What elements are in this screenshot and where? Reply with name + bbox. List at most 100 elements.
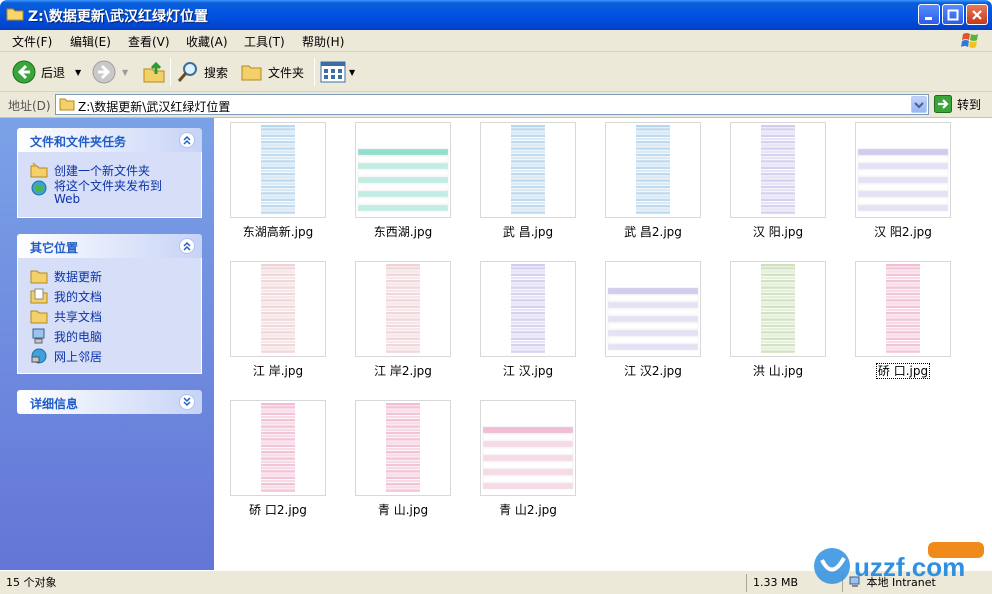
file-thumbnail[interactable]: [855, 261, 951, 357]
forward-button[interactable]: ▼: [92, 58, 128, 86]
new-folder-task[interactable]: 创建一个新文件夹: [30, 160, 201, 180]
file-thumbnail[interactable]: [355, 261, 451, 357]
file-name[interactable]: 洪 山.jpg: [718, 362, 838, 379]
close-icon: [972, 9, 982, 20]
place-my-documents[interactable]: 我的文档: [30, 286, 201, 306]
file-name[interactable]: 江 岸.jpg: [218, 362, 338, 379]
file-thumbnail[interactable]: [230, 261, 326, 357]
place-shared-documents[interactable]: 共享文档: [30, 306, 201, 326]
file-name[interactable]: 青 山2.jpg: [468, 501, 588, 518]
folder-icon: [59, 98, 75, 111]
window-title: Z:\数据更新\武汉红绿灯位置: [28, 9, 208, 25]
place-network[interactable]: 网上邻居: [30, 346, 201, 366]
image-preview: [761, 264, 795, 353]
image-preview: [761, 125, 795, 214]
object-count: 15 个对象: [6, 576, 57, 589]
file-name[interactable]: 青 山.jpg: [343, 501, 463, 518]
search-label: 搜索: [204, 65, 229, 80]
other-places-panel: 其它位置 数据更新 我的文档 共享文档 我的电脑 网上邻居: [17, 234, 202, 374]
go-button[interactable]: 转到: [934, 95, 981, 113]
back-button[interactable]: 后退 ▼: [12, 58, 81, 86]
chevron-down-icon: [914, 101, 924, 108]
image-preview: [357, 148, 449, 212]
file-thumbnail[interactable]: [230, 400, 326, 496]
address-dropdown-button[interactable]: [911, 96, 927, 113]
chevron-up-icon: [183, 241, 191, 251]
file-name[interactable]: 汉 阳.jpg: [718, 223, 838, 240]
file-thumbnail[interactable]: [605, 261, 701, 357]
task-pane: 文件和文件夹任务 创建一个新文件夹 将这个文件夹发布到 Web 其它位置 数据更…: [0, 118, 214, 570]
place-my-computer[interactable]: 我的电脑: [30, 326, 201, 346]
back-dropdown-icon[interactable]: ▼: [75, 68, 81, 77]
file-name[interactable]: 硚 口2.jpg: [218, 501, 338, 518]
image-preview: [482, 426, 574, 490]
file-thumbnail[interactable]: [230, 122, 326, 218]
details-header[interactable]: 详细信息: [17, 390, 202, 414]
file-name[interactable]: 江 汉.jpg: [468, 362, 588, 379]
folders-button[interactable]: 文件夹: [240, 58, 304, 86]
collapse-button[interactable]: [179, 238, 195, 254]
file-tasks-header[interactable]: 文件和文件夹任务: [17, 128, 202, 152]
maximize-button[interactable]: [942, 4, 964, 25]
place-data-update[interactable]: 数据更新: [30, 266, 201, 286]
file-name[interactable]: 武 昌.jpg: [468, 223, 588, 240]
address-input[interactable]: Z:\数据更新\武汉红绿灯位置: [55, 94, 929, 115]
other-places-header[interactable]: 其它位置: [17, 234, 202, 258]
panel-title: 文件和文件夹任务: [30, 135, 127, 149]
file-thumbnail[interactable]: [480, 400, 576, 496]
file-name[interactable]: 硚 口.jpg: [843, 362, 963, 379]
toolbar-separator: [170, 58, 171, 86]
back-arrow-icon: [12, 60, 36, 84]
file-thumbnail[interactable]: [480, 261, 576, 357]
views-dropdown-icon: ▼: [349, 67, 356, 77]
address-label: 地址(D): [8, 99, 51, 113]
image-preview: [261, 264, 295, 353]
image-preview: [636, 125, 670, 214]
file-thumbnail[interactable]: [855, 122, 951, 218]
menu-favorites[interactable]: 收藏(A): [186, 33, 228, 50]
menu-help[interactable]: 帮助(H): [302, 33, 344, 50]
menu-view[interactable]: 查看(V): [128, 33, 170, 50]
image-preview: [386, 403, 420, 492]
file-name[interactable]: 江 岸2.jpg: [343, 362, 463, 379]
file-thumbnail[interactable]: [355, 400, 451, 496]
file-thumbnail[interactable]: [480, 122, 576, 218]
file-view[interactable]: 东湖高新.jpg 东西湖.jpg 武 昌.jpg 武 昌2.jpg 汉 阳.jpg 汉 阳…: [214, 118, 992, 570]
image-preview: [511, 125, 545, 214]
up-folder-button[interactable]: [142, 58, 166, 86]
folders-icon: [241, 65, 262, 81]
network-icon: [31, 348, 47, 364]
file-name[interactable]: 东西湖.jpg: [343, 223, 463, 240]
menu-edit[interactable]: 编辑(E): [70, 33, 111, 50]
shared-folder-icon: [30, 310, 48, 324]
search-icon: [177, 62, 197, 82]
menu-file[interactable]: 文件(F): [12, 33, 52, 50]
search-button[interactable]: 搜索: [176, 58, 228, 86]
close-button[interactable]: [966, 4, 988, 25]
file-thumbnail[interactable]: [355, 122, 451, 218]
file-name[interactable]: 汉 阳2.jpg: [843, 223, 963, 240]
forward-dropdown-icon[interactable]: ▼: [122, 68, 128, 77]
minimize-button[interactable]: [918, 4, 940, 25]
file-name[interactable]: 东湖高新.jpg: [218, 223, 338, 240]
collapse-button[interactable]: [179, 132, 195, 148]
title-bar[interactable]: Z:\数据更新\武汉红绿灯位置: [0, 0, 992, 30]
file-name[interactable]: 武 昌2.jpg: [593, 223, 713, 240]
maximize-icon: [947, 9, 959, 20]
file-thumbnail[interactable]: [730, 122, 826, 218]
image-preview: [511, 264, 545, 353]
menu-tools[interactable]: 工具(T): [244, 33, 285, 50]
expand-button[interactable]: [179, 394, 195, 410]
publish-web-icon: [31, 180, 47, 196]
folder-icon: [30, 270, 48, 284]
file-thumbnail[interactable]: [605, 122, 701, 218]
views-button[interactable]: ▼: [320, 58, 355, 86]
toolbar-separator: [314, 58, 315, 86]
image-preview: [607, 287, 699, 351]
go-arrow-icon: [934, 95, 952, 113]
file-thumbnail[interactable]: [730, 261, 826, 357]
publish-web-task[interactable]: 将这个文件夹发布到 Web: [30, 180, 201, 210]
back-label: 后退: [41, 65, 66, 80]
file-name[interactable]: 江 汉2.jpg: [593, 362, 713, 379]
chevron-down-icon: [183, 397, 191, 407]
